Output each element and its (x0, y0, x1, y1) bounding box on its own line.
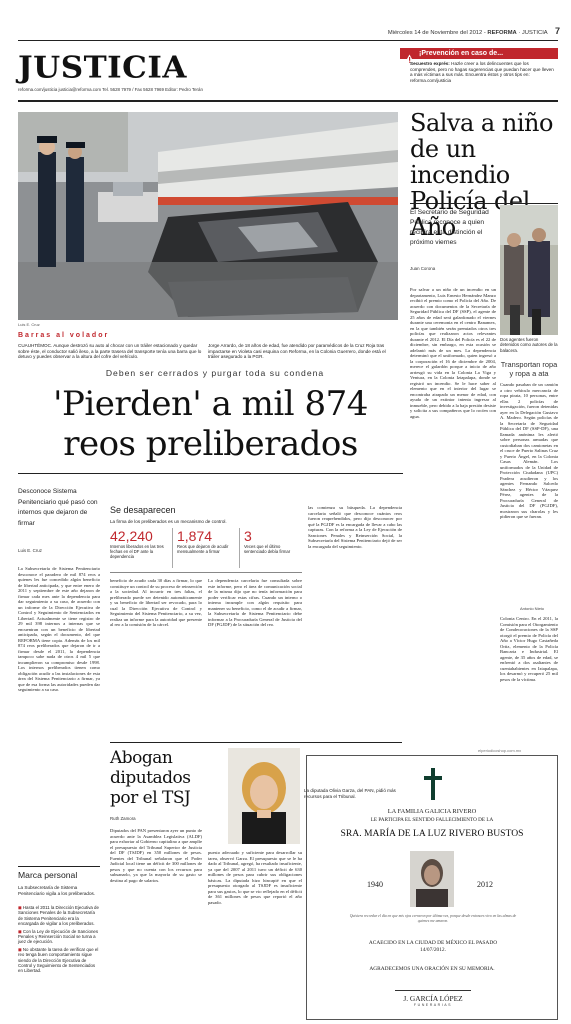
masthead-contact: reforma.com/justicia justicia@reforma.co… (18, 87, 203, 92)
reos-byline: Luis E. Cruz (18, 548, 42, 553)
transport-subhead: Transportan ropa y ropa a ata (500, 360, 558, 378)
obituary-family: LA FAMILIA GALICIA RIVERO (387, 808, 477, 815)
crash-photo (18, 112, 398, 320)
stat-label: Veces que el último sentenciado debía fi… (244, 544, 291, 555)
obituary-quote: Quisiera recordar el día en que mis ojos… (349, 914, 517, 923)
reos-deck: Desconoce Sistema Penitenciario qué pasó… (18, 488, 98, 527)
folio-section: JUSTICIA (521, 30, 548, 36)
transport-body: Cuando pasaban de un camión a otro vehíc… (500, 382, 558, 519)
tsj-photo (228, 748, 300, 844)
colonia-body: Colonia Centro. En el 2011, la Comisión … (500, 616, 558, 682)
reos-headline: 'Pierden' a mil 874 reos preliberados (53, 384, 368, 464)
reos-body-2: beneficio de acudir cada 30 días a firma… (110, 578, 202, 627)
stat-item: 42,240 Internos liberados en las tres fe… (110, 528, 172, 568)
funeral-home-sub: FUNERARIAS (413, 1003, 453, 1007)
obituary-line: LE PARTICIPA EL SENTIDO FALLECIMIENTO DE… (370, 817, 494, 823)
tsj-body-2: puesto adecuado y suficiente para desarr… (208, 850, 302, 905)
police-byline: Juan Corona (410, 266, 436, 271)
photo-credit: Luis E. Cruz (18, 322, 40, 327)
reos-body: La Subsecretaría de Sistema Penitenciari… (18, 566, 100, 692)
sidebar-lede: La Subsecretaría de Sistema Penitenciari… (18, 885, 96, 896)
reos-kicker: Deben ser cerrados y purgar toda su cond… (105, 368, 325, 378)
tsj-body: Diputados del PAN presentaron ayer un pu… (110, 828, 202, 883)
year-born: 1940 (367, 880, 383, 889)
transport-credit: Antonio Nieto (520, 606, 545, 611)
folio-page: 7 (554, 26, 560, 36)
sidebar-title: Marca personal (18, 870, 78, 880)
obituary-place: ACAECIDO EN LA CIUDAD DE MÉXICO EL PASAD… (368, 940, 498, 953)
stat-label: Internos liberados en las tres fechas en… (110, 544, 164, 560)
sidebar-item: ◼ No obstante la tarea de verificar que … (18, 946, 99, 974)
obituary-thanks: AGRADECEMOS UNA ORACIÓN EN SU MEMORIA. (369, 966, 495, 972)
stat-value: 3 (244, 528, 252, 544)
police-photo-caption: Dos agentes fueron detenidos como autore… (500, 337, 558, 353)
portrait (410, 851, 454, 907)
folio: Miércoles 14 de Noviembre del 2012 - REF… (387, 26, 560, 36)
photo-caption-left: CUAUHTÉMOC. Aunque destrozó su auto al c… (18, 343, 202, 360)
photo-caption-title: Barras al volador (18, 332, 110, 339)
sidebar-item: ◼ Hasta el 2011 la Dirección Ejecutiva d… (18, 905, 99, 927)
alert-header: ¡Prevención en caso de... (400, 48, 558, 63)
alert-title: Secuestro exprés: (410, 61, 450, 66)
warning-icon (404, 49, 416, 63)
stat-value: 1,874 (177, 528, 213, 544)
sidebar-list: ◼ Hasta el 2011 la Dirección Ejecutiva d… (18, 905, 100, 974)
cross-icon (423, 768, 443, 800)
stat-item: 1,874 Reos que dejaron de acudir mensual… (172, 528, 239, 568)
funeral-home-name: J. GARCÍA LÓPEZ (403, 994, 463, 1003)
obituary-source: elperiodicoshop.com.mx (478, 748, 522, 753)
photo-caption-right: Jorge Arrardo, de 18 años de edad, fue a… (208, 343, 386, 360)
year-died: 2012 (477, 880, 493, 889)
section-title: JUSTICIA (18, 50, 187, 86)
obituary-box: LA FAMILIA GALICIA RIVERO LE PARTICIPA E… (306, 755, 558, 1020)
police-deck: El Secretario de Seguridad Pública recon… (410, 209, 489, 246)
sidebar-item: ◼ Con la Ley de Ejecución de Sanciones P… (18, 928, 99, 945)
folio-paper: REFORMA (487, 30, 517, 36)
stats-lede: La firma de los preliberados es un mecan… (110, 519, 227, 524)
stats-row: 42,240 Internos liberados en las tres fe… (110, 528, 302, 568)
stat-item: 3 Veces que el último sentenciado debía … (239, 528, 302, 568)
stat-label: Reos que dejaron de acudir mensualmente … (177, 544, 229, 555)
funeral-home-logo: J. GARCÍA LÓPEZ FUNERARIAS (395, 990, 471, 1013)
tsj-headline: Abogan diputados por el TSJ (110, 748, 191, 808)
folio-date: Miércoles 14 de Noviembre del 2012 (387, 30, 483, 36)
obituary-name: SRA. MARÍA DE LA LUZ RIVERO BUSTOS (340, 828, 524, 839)
stats-title: Se desaparecen (110, 505, 176, 515)
reos-body-3: La dependencia carcelaria fue consultada… (208, 578, 302, 627)
alert-box: ¡Prevención en caso de... Secuestro expr… (400, 48, 558, 96)
police-photo (500, 205, 558, 335)
stat-value: 42,240 (110, 528, 153, 544)
reos-body-4: las comienza su búsqueda. La dependencia… (308, 505, 402, 549)
tsj-byline: Ruth Zamora (110, 816, 136, 821)
alert-label: ¡Prevención en caso de... (419, 50, 504, 57)
